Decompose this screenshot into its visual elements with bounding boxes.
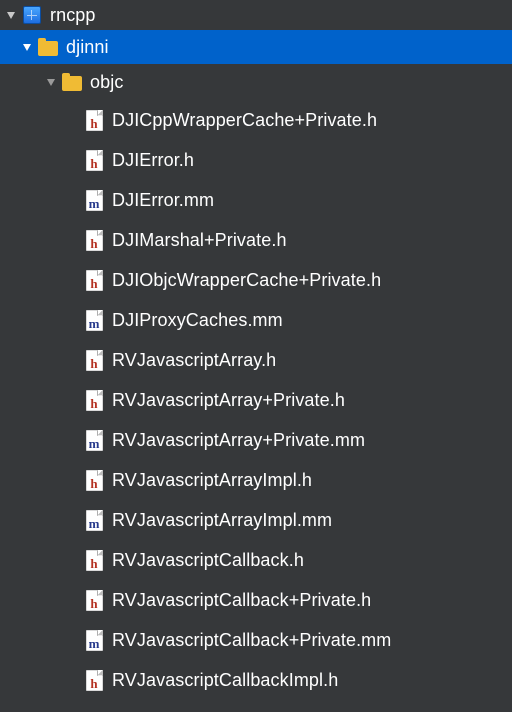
objc-impl-file-icon: m: [84, 310, 104, 330]
file-name: RVJavascriptArray+Private.mm: [112, 430, 365, 451]
file-row[interactable]: h DJIMarshal+Private.h: [0, 220, 512, 260]
header-file-icon: h: [84, 590, 104, 610]
file-name: DJIObjcWrapperCache+Private.h: [112, 270, 381, 291]
project-icon: [22, 5, 42, 25]
file-row[interactable]: h RVJavascriptArray.h: [0, 340, 512, 380]
header-file-icon: h: [84, 270, 104, 290]
file-name: RVJavascriptArray+Private.h: [112, 390, 345, 411]
indent: [0, 82, 44, 83]
group-label: objc: [90, 72, 123, 93]
indent: [0, 120, 80, 121]
group-label: djinni: [66, 37, 109, 58]
header-file-icon: h: [84, 550, 104, 570]
objc-impl-file-icon: m: [84, 630, 104, 650]
project-name: rncpp: [50, 5, 96, 26]
indent: [0, 520, 80, 521]
header-file-icon: h: [84, 390, 104, 410]
project-row[interactable]: rncpp: [0, 0, 512, 30]
file-name: DJIError.h: [112, 150, 194, 171]
file-name: DJICppWrapperCache+Private.h: [112, 110, 377, 131]
file-name: DJIMarshal+Private.h: [112, 230, 287, 251]
file-row[interactable]: m RVJavascriptCallback+Private.mm: [0, 620, 512, 660]
disclosure-triangle-icon[interactable]: [20, 42, 34, 52]
indent: [0, 200, 80, 201]
file-row[interactable]: m RVJavascriptArrayImpl.mm: [0, 500, 512, 540]
file-row[interactable]: m DJIError.mm: [0, 180, 512, 220]
file-name: RVJavascriptCallbackImpl.h: [112, 670, 338, 691]
header-file-icon: h: [84, 350, 104, 370]
folder-icon: [38, 37, 58, 57]
file-name: RVJavascriptArray.h: [112, 350, 276, 371]
file-list: h DJICppWrapperCache+Private.h h DJIError.h…: [0, 100, 512, 700]
header-file-icon: h: [84, 150, 104, 170]
file-row[interactable]: h RVJavascriptArrayImpl.h: [0, 460, 512, 500]
indent: [0, 400, 80, 401]
indent: [0, 280, 80, 281]
file-name: RVJavascriptCallback+Private.h: [112, 590, 371, 611]
indent: [0, 320, 80, 321]
header-file-icon: h: [84, 110, 104, 130]
project-navigator[interactable]: rncpp djinni objc h DJICppWrapperCache+Pr…: [0, 0, 512, 700]
indent: [0, 240, 80, 241]
file-row[interactable]: h DJIObjcWrapperCache+Private.h: [0, 260, 512, 300]
file-name: RVJavascriptCallback.h: [112, 550, 304, 571]
header-file-icon: h: [84, 230, 104, 250]
indent: [0, 640, 80, 641]
header-file-icon: h: [84, 670, 104, 690]
file-row[interactable]: h RVJavascriptCallback+Private.h: [0, 580, 512, 620]
file-name: DJIError.mm: [112, 190, 214, 211]
file-row[interactable]: m DJIProxyCaches.mm: [0, 300, 512, 340]
disclosure-triangle-icon[interactable]: [44, 77, 58, 87]
indent: [0, 440, 80, 441]
header-file-icon: h: [84, 470, 104, 490]
indent: [0, 600, 80, 601]
file-row[interactable]: h DJICppWrapperCache+Private.h: [0, 100, 512, 140]
file-name: DJIProxyCaches.mm: [112, 310, 283, 331]
indent: [0, 160, 80, 161]
file-row[interactable]: h RVJavascriptCallback.h: [0, 540, 512, 580]
file-row[interactable]: h RVJavascriptArray+Private.h: [0, 380, 512, 420]
objc-impl-file-icon: m: [84, 510, 104, 530]
indent: [0, 560, 80, 561]
indent: [0, 680, 80, 681]
file-name: RVJavascriptCallback+Private.mm: [112, 630, 391, 651]
group-row-djinni[interactable]: djinni: [0, 30, 512, 64]
file-name: RVJavascriptArrayImpl.mm: [112, 510, 332, 531]
objc-impl-file-icon: m: [84, 190, 104, 210]
indent: [0, 480, 80, 481]
indent: [0, 47, 20, 48]
group-row-objc[interactable]: objc: [0, 64, 512, 100]
file-name: RVJavascriptArrayImpl.h: [112, 470, 312, 491]
file-row[interactable]: h RVJavascriptCallbackImpl.h: [0, 660, 512, 700]
disclosure-triangle-icon[interactable]: [4, 10, 18, 20]
file-row[interactable]: m RVJavascriptArray+Private.mm: [0, 420, 512, 460]
objc-impl-file-icon: m: [84, 430, 104, 450]
folder-icon: [62, 72, 82, 92]
file-row[interactable]: h DJIError.h: [0, 140, 512, 180]
indent: [0, 360, 80, 361]
